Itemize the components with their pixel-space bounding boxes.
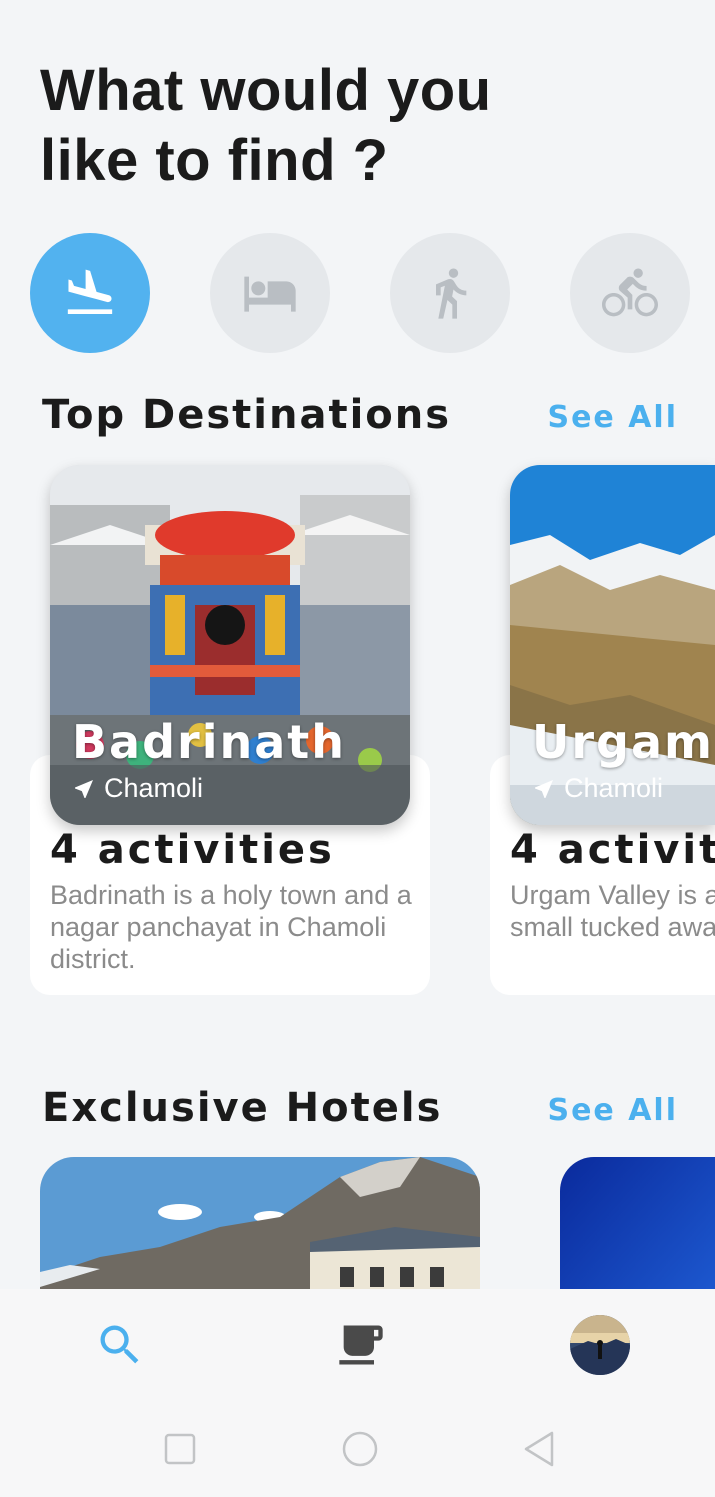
category-selector xyxy=(30,233,715,353)
search-icon xyxy=(100,1325,139,1364)
nav-coffee-button[interactable] xyxy=(331,1315,391,1375)
top-destinations-title: Top Destinations xyxy=(42,392,452,438)
avatar xyxy=(570,1315,630,1375)
back-button[interactable] xyxy=(520,1429,560,1469)
category-walking-button[interactable] xyxy=(390,233,510,353)
navigation-arrow-icon xyxy=(535,779,553,798)
destination-description: Urgam Valley is a of villages, small tuc… xyxy=(510,880,715,942)
destination-description: Badrinath is a holy town and a nagar pan… xyxy=(50,880,412,974)
valley-photo xyxy=(510,465,715,825)
page-title: What would you like to find ? xyxy=(40,58,492,193)
walking-icon xyxy=(436,268,467,319)
home-icon xyxy=(342,1431,378,1467)
destination-activities-count: 4 activities xyxy=(50,827,335,873)
bed-icon xyxy=(244,276,296,312)
app-screen: What would you like to find ? Top Destin… xyxy=(0,0,715,1497)
destination-image-badrinath[interactable]: Badrinath Chamoli xyxy=(50,465,410,825)
category-flights-button[interactable] xyxy=(30,233,150,353)
destination-location: Chamoli xyxy=(72,773,203,804)
destination-name: Badrinath xyxy=(72,715,347,769)
recent-apps-icon xyxy=(164,1433,196,1465)
destination-location-label: Chamoli xyxy=(564,773,664,803)
destination-location-label: Chamoli xyxy=(104,773,204,803)
temple-photo xyxy=(50,465,410,825)
system-navigation-bar xyxy=(0,1401,715,1497)
recent-apps-button[interactable] xyxy=(160,1429,200,1469)
nav-profile-avatar[interactable] xyxy=(570,1315,630,1375)
bottom-navigation xyxy=(0,1289,715,1401)
bicycle-icon xyxy=(602,268,658,317)
home-button[interactable] xyxy=(340,1429,380,1469)
top-destinations-see-all-link[interactable]: See All xyxy=(547,400,678,435)
plane-landing-icon xyxy=(67,269,113,314)
exclusive-hotels-title: Exclusive Hotels xyxy=(42,1085,443,1131)
nav-search-button[interactable] xyxy=(90,1315,150,1375)
destination-name: Urgam V xyxy=(532,715,715,769)
coffee-cup-icon xyxy=(339,1325,383,1365)
exclusive-hotels-see-all-link[interactable]: See All xyxy=(547,1093,678,1128)
back-icon xyxy=(524,1431,554,1467)
destination-location: Chamoli xyxy=(532,773,663,804)
category-biking-button[interactable] xyxy=(570,233,690,353)
navigation-arrow-icon xyxy=(75,779,93,798)
destination-activities-count: 4 activitie xyxy=(510,827,715,873)
destination-image-urgam-valley[interactable]: Urgam V Chamoli xyxy=(510,465,715,825)
category-hotels-button[interactable] xyxy=(210,233,330,353)
